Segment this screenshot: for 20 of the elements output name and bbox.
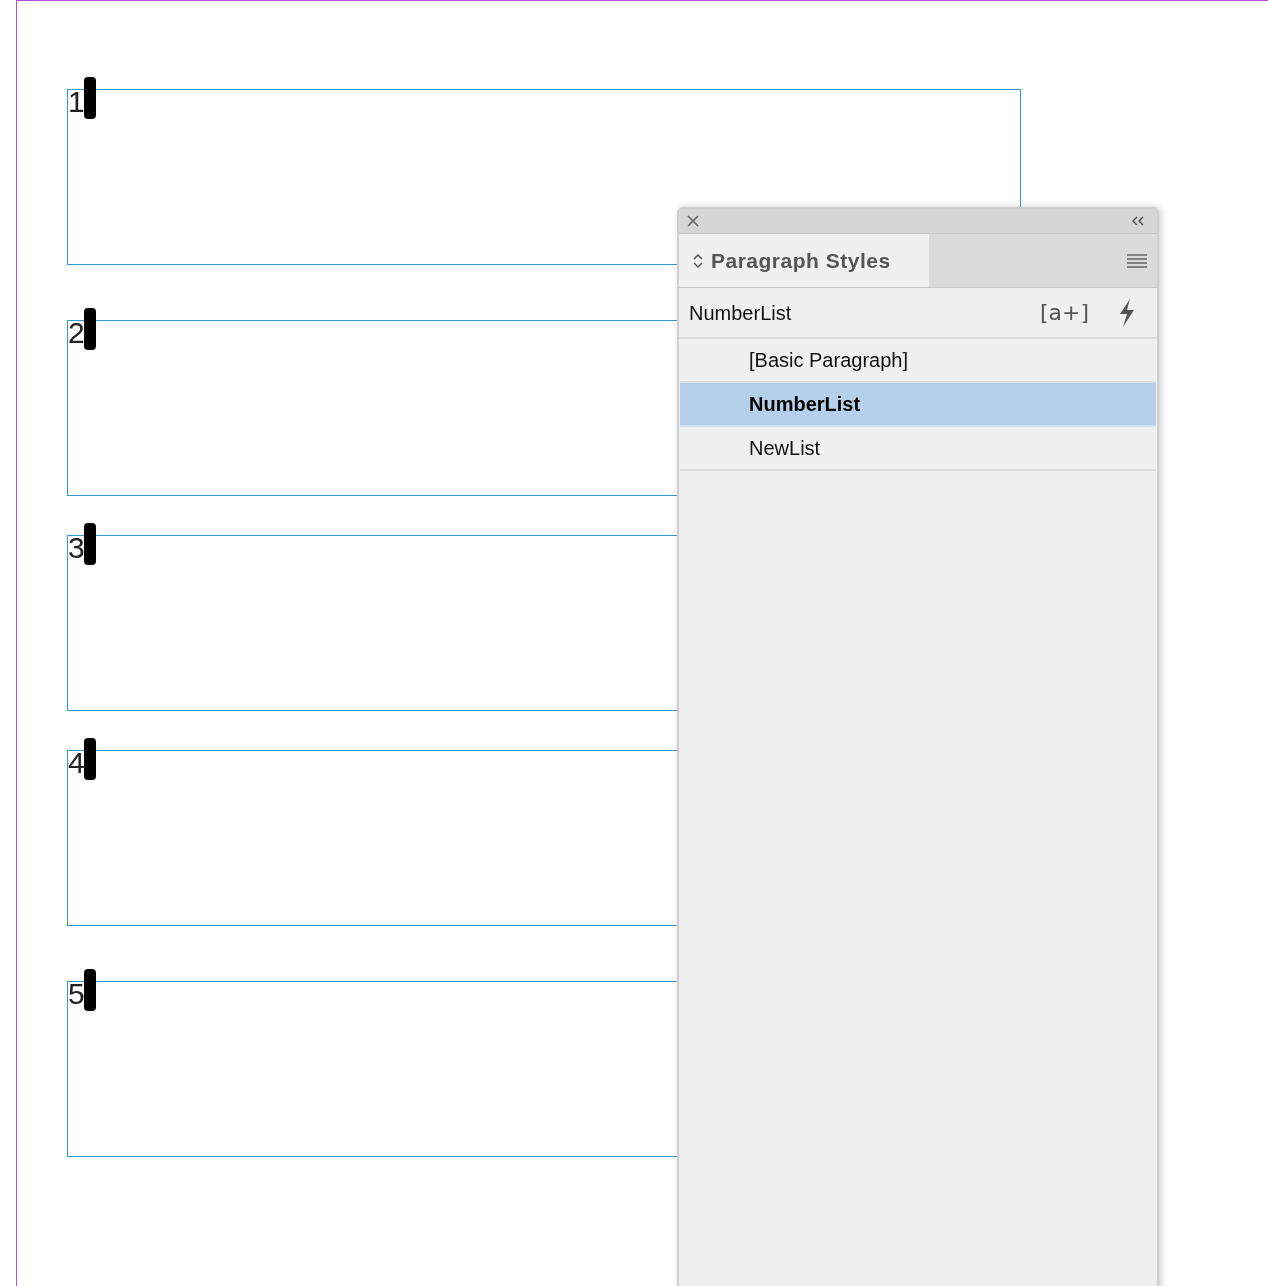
lightning-icon[interactable] [1117, 298, 1137, 327]
close-button[interactable] [685, 213, 701, 229]
close-icon [687, 215, 699, 227]
style-list-item[interactable]: NumberList [680, 383, 1156, 427]
new-style-group-button[interactable]: [a+] [1039, 296, 1089, 329]
menu-icon[interactable] [1127, 253, 1147, 268]
text-cursor-icon [84, 969, 96, 1011]
text-cursor-icon [84, 308, 96, 350]
list-number: 2 [68, 315, 85, 351]
list-number: 4 [68, 745, 85, 781]
list-number: 1 [68, 84, 85, 120]
text-cursor-icon [84, 77, 96, 119]
up-down-chevron-icon [693, 252, 703, 269]
panel-tab[interactable]: Paragraph Styles [679, 234, 929, 287]
text-cursor-icon [84, 738, 96, 780]
text-cursor-icon [84, 523, 96, 565]
list-number: 3 [68, 530, 85, 566]
list-number: 5 [68, 976, 85, 1012]
double-chevron-left-icon [1131, 216, 1145, 226]
current-style-label: NumberList [689, 300, 793, 326]
